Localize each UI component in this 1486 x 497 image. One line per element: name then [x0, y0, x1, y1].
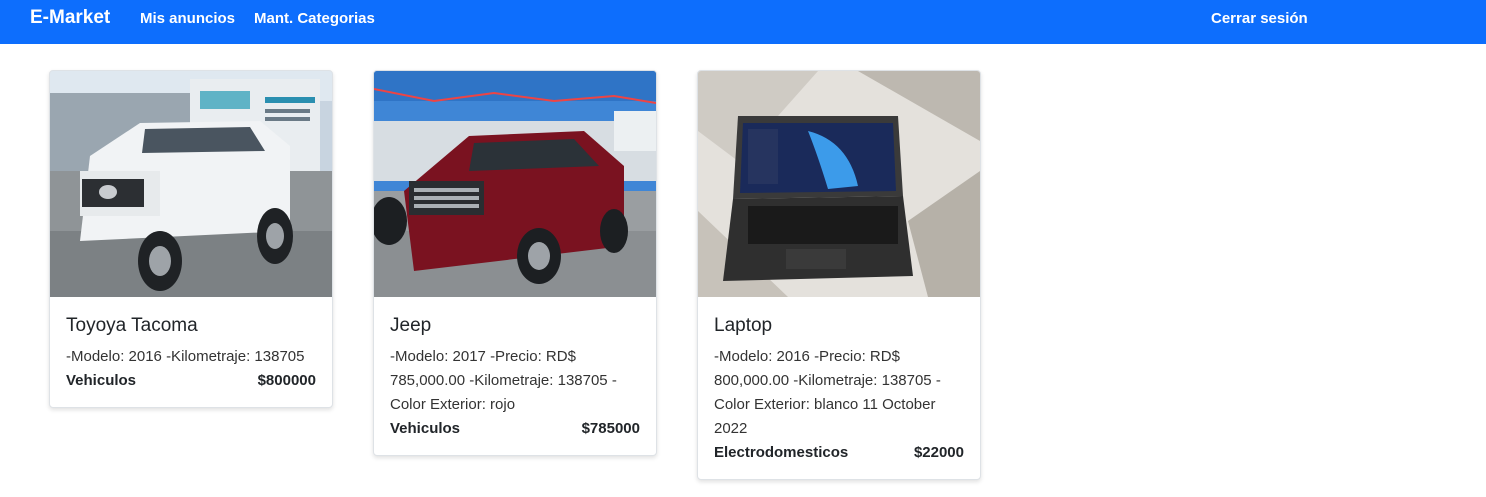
card-title: Jeep: [390, 315, 432, 336]
card-footer: Electrodomesticos $22000: [714, 441, 964, 465]
card-price: $800000: [257, 372, 316, 389]
card-category: Vehiculos: [390, 420, 461, 437]
card-footer: Vehiculos $785000: [390, 417, 640, 441]
nav-mant-categorias[interactable]: Mant. Categorias: [254, 10, 375, 27]
card-category: Electrodomesticos: [714, 444, 849, 461]
product-card-laptop[interactable]: Laptop -Modelo: 2016 -Precio: RD$ 800,00…: [697, 70, 981, 480]
suv-image: [374, 71, 656, 297]
logout-link[interactable]: Cerrar sesión: [1211, 10, 1308, 27]
card-footer: Vehiculos $800000: [66, 369, 316, 393]
laptop-image: [698, 71, 980, 297]
nav-mis-anuncios[interactable]: Mis anuncios: [140, 10, 235, 27]
card-price: $785000: [581, 420, 640, 437]
card-description: -Modelo: 2016 -Precio: RD$ 800,000.00 -K…: [714, 348, 941, 437]
card-description: -Modelo: 2016 -Kilometraje: 138705: [66, 348, 305, 365]
top-navbar: E-Market Mis anuncios Mant. Categorias C…: [0, 0, 1486, 44]
truck-image: [50, 71, 332, 297]
product-card-jeep[interactable]: Jeep -Modelo: 2017 -Precio: RD$ 785,000.…: [373, 70, 657, 456]
product-card-tacoma[interactable]: Toyoya Tacoma -Modelo: 2016 -Kilometraje…: [49, 70, 333, 408]
card-title: Toyoya Tacoma: [66, 315, 198, 336]
card-title: Laptop: [714, 315, 773, 336]
card-category: Vehiculos: [66, 372, 137, 389]
brand-link[interactable]: E-Market: [30, 7, 110, 29]
card-price: $22000: [913, 444, 964, 461]
card-description: -Modelo: 2017 -Precio: RD$ 785,000.00 -K…: [390, 348, 617, 413]
